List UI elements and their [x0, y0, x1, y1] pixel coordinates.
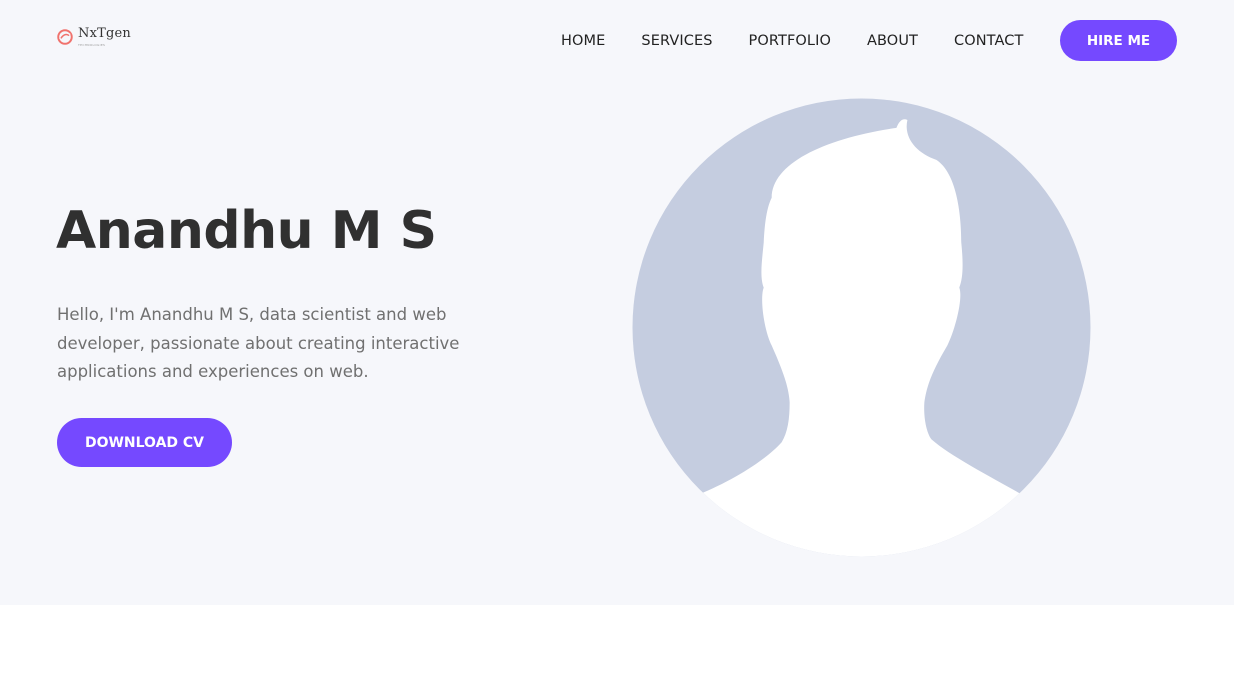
brand-tagline: TECHNOLOGIES	[78, 43, 106, 47]
nav-home[interactable]: HOME	[561, 32, 605, 50]
hire-me-button[interactable]: HIRE ME	[1060, 20, 1177, 61]
nav-contact[interactable]: CONTACT	[954, 32, 1023, 50]
profile-avatar	[632, 98, 1091, 557]
brand-name: NxTgen	[78, 26, 131, 41]
brand-logo[interactable]: NxTgen TECHNOLOGIES	[56, 27, 131, 47]
brand-text: NxTgen TECHNOLOGIES	[78, 26, 131, 48]
nav-about[interactable]: ABOUT	[867, 32, 918, 50]
hero-section: NxTgen TECHNOLOGIES HOME SERVICES PORTFO…	[0, 0, 1234, 605]
swirl-logo-icon	[57, 29, 73, 45]
hero-description: Hello, I'm Anandhu M S, data scientist a…	[57, 305, 460, 382]
nav-services[interactable]: SERVICES	[641, 32, 712, 50]
navbar: NxTgen TECHNOLOGIES HOME SERVICES PORTFO…	[0, 0, 1234, 82]
hero-title: Anandhu M S	[56, 201, 437, 261]
nav-portfolio[interactable]: PORTFOLIO	[749, 32, 831, 50]
main-nav: HOME SERVICES PORTFOLIO ABOUT CONTACT	[561, 32, 1023, 50]
download-cv-button[interactable]: DOWNLOAD CV	[57, 418, 232, 467]
